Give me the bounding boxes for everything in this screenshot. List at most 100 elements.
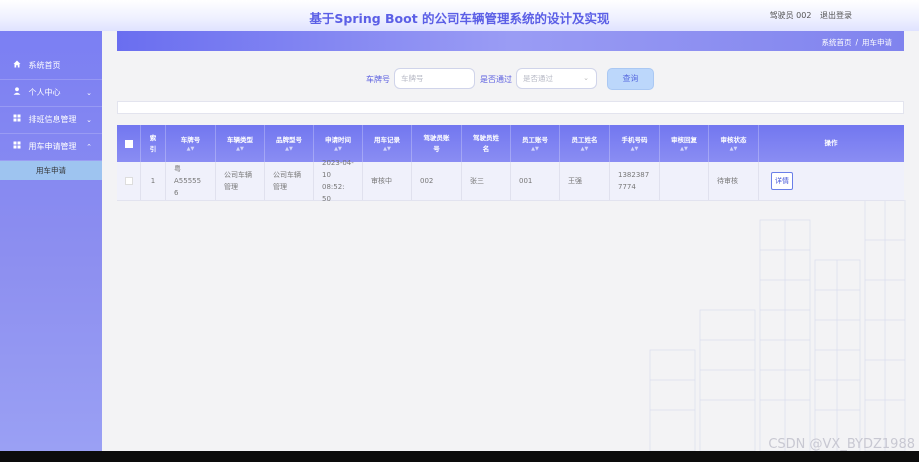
building-illustration	[649, 200, 906, 451]
approved-label: 是否通过	[480, 75, 512, 84]
sidebar-item-label: 系统首页	[28, 61, 61, 70]
sort-icon: ▲▼	[285, 145, 293, 152]
approved-select-value: 是否通过	[523, 74, 553, 83]
toolbar-strip	[117, 101, 904, 114]
detail-button[interactable]: 详情	[771, 172, 793, 190]
column-header-label: 号	[433, 144, 440, 153]
column-header-review-reply[interactable]: 审核回复 ▲▼	[660, 125, 709, 162]
sidebar-item-schedule[interactable]: 排班信息管理 ⌄	[0, 107, 102, 134]
grid-icon	[12, 134, 22, 160]
sort-icon: ▲▼	[531, 145, 539, 152]
plate-search-input[interactable]: 车牌号	[394, 68, 475, 89]
column-header-label: 名	[482, 144, 490, 153]
sort-icon: ▲▼	[580, 145, 589, 152]
column-header-label: 索	[149, 133, 157, 142]
sidebar-item-label: 个人中心	[28, 88, 61, 97]
user-icon	[12, 80, 22, 106]
breadcrumb-home[interactable]: 系统首页	[821, 38, 851, 47]
cell-actions: 详情	[759, 162, 903, 200]
cell-text: 2023-04-	[322, 159, 354, 167]
cell-apply-time: 2023-04- 10 08:52: 50	[314, 159, 363, 203]
sidebar: 系统首页 个人中心 ⌄ 排班信息管理 ⌄ 用车申请管理 ⌃ 用车申请	[0, 31, 102, 451]
watermark: CSDN @VX_BYDZ1988	[768, 437, 915, 452]
sidebar-item-vehicle-request[interactable]: 用车申请管理 ⌃	[0, 134, 102, 161]
cell-vehicle-type: 公司车辆 管理	[216, 162, 265, 200]
cell-driver-name: 张三	[462, 162, 511, 200]
chevron-down-icon: ⌄	[86, 89, 92, 97]
breadcrumb-current: 用车申请	[862, 38, 892, 47]
column-header-label: 审核状态	[720, 135, 747, 144]
column-header-vehicle-type[interactable]: 车辆类型 ▲▼	[216, 125, 265, 162]
column-header-label: 品牌型号	[276, 135, 302, 144]
cell-text: 1382387	[618, 171, 650, 179]
breadcrumb-bar: 系统首页 / 用车申请	[117, 31, 904, 51]
header-select-all[interactable]	[117, 125, 141, 162]
column-header-usage[interactable]: 用车记录 ▲▼	[363, 125, 412, 162]
sidebar-item-profile[interactable]: 个人中心 ⌄	[0, 80, 102, 107]
top-header: 基于Spring Boot 的公司车辆管理系统的设计及实现 驾驶员 002 退出…	[0, 0, 919, 31]
column-header-driver-account[interactable]: 驾驶员账 号	[412, 125, 462, 162]
column-header-label: 引	[149, 144, 157, 153]
cell-index: 1	[141, 162, 166, 200]
cell-plate: 粤A55555 6	[166, 162, 216, 200]
cell-brand: 公司车辆 管理	[265, 162, 314, 200]
column-header-label: 手机号码	[621, 135, 648, 144]
cell-text: 公司车辆	[273, 171, 301, 179]
column-header-plate[interactable]: 车牌号 ▲▼	[166, 125, 216, 162]
cell-driver-account: 002	[412, 162, 462, 200]
column-header-label: 申请时间	[325, 135, 351, 144]
column-header-phone[interactable]: 手机号码 ▲▼	[610, 125, 660, 162]
column-header-brand[interactable]: 品牌型号 ▲▼	[265, 125, 314, 162]
column-header-label: 驾驶员姓	[473, 133, 499, 142]
table-row[interactable]: 1 粤A55555 6 公司车辆 管理 公司车辆 管理 2023-04- 10 …	[117, 159, 904, 203]
sort-icon: ▲▼	[680, 145, 688, 152]
cell-review-reply	[660, 162, 709, 200]
select-all-checkbox[interactable]	[124, 139, 133, 148]
sort-icon: ▲▼	[383, 145, 391, 152]
cell-text: 7774	[618, 183, 636, 191]
column-header-employee-account[interactable]: 员工账号 ▲▼	[511, 125, 560, 162]
column-header-label: 员工姓名	[571, 135, 598, 144]
cell-text: 50	[322, 195, 331, 203]
row-checkbox[interactable]	[124, 177, 133, 185]
chevron-down-icon: ⌄	[583, 74, 589, 82]
column-header-label: 员工账号	[522, 135, 548, 144]
column-header-label: 驾驶员账	[423, 133, 450, 142]
sidebar-item-home[interactable]: 系统首页	[0, 53, 102, 80]
breadcrumb-separator: /	[855, 38, 858, 47]
column-header-label: 车牌号	[180, 135, 201, 144]
sort-icon: ▲▼	[334, 145, 342, 152]
sidebar-item-label: 排班信息管理	[28, 115, 77, 124]
table-header: 索 引 车牌号 ▲▼ 车辆类型 ▲▼ 品牌型号 ▲▼ 申请时间 ▲▼ 用车记录 …	[117, 125, 904, 162]
cell-text: 粤A55555	[174, 165, 202, 185]
column-header-review-status[interactable]: 审核状态 ▲▼	[709, 125, 759, 162]
bottom-bar	[0, 451, 919, 462]
user-area: 驾驶员 002 退出登录	[770, 10, 852, 21]
chevron-up-icon: ⌃	[86, 143, 92, 151]
column-header-label: 操作	[824, 139, 838, 147]
cell-review-status: 待审核	[709, 162, 759, 200]
logout-link[interactable]: 退出登录	[820, 11, 852, 20]
cell-text: 10 08:52:	[322, 171, 345, 191]
cell-text: 6	[174, 189, 179, 197]
column-header-label: 用车记录	[374, 135, 400, 144]
cell-employee-name: 王强	[560, 162, 610, 200]
column-header-actions: 操作	[759, 125, 903, 162]
cell-employee-account: 001	[511, 162, 560, 200]
grid-icon	[12, 107, 22, 133]
approved-select[interactable]: 是否通过 ⌄	[516, 68, 597, 89]
cell-text: 管理	[273, 183, 287, 191]
query-button[interactable]: 查询	[607, 68, 654, 90]
sort-icon: ▲▼	[729, 145, 738, 152]
column-header-label: 车辆类型	[227, 135, 253, 144]
column-header-index: 索 引	[141, 125, 166, 162]
sidebar-subitem-vehicle-request[interactable]: 用车申请	[0, 161, 102, 180]
cell-text: 管理	[224, 183, 238, 191]
column-header-label: 审核回复	[671, 135, 697, 144]
column-header-employee-name[interactable]: 员工姓名 ▲▼	[560, 125, 610, 162]
column-header-driver-name[interactable]: 驾驶员姓 名	[462, 125, 511, 162]
sort-icon: ▲▼	[630, 145, 639, 152]
row-select-cell[interactable]	[117, 162, 141, 200]
cell-phone: 1382387 7774	[610, 162, 660, 200]
sidebar-item-label: 用车申请管理	[28, 142, 77, 151]
